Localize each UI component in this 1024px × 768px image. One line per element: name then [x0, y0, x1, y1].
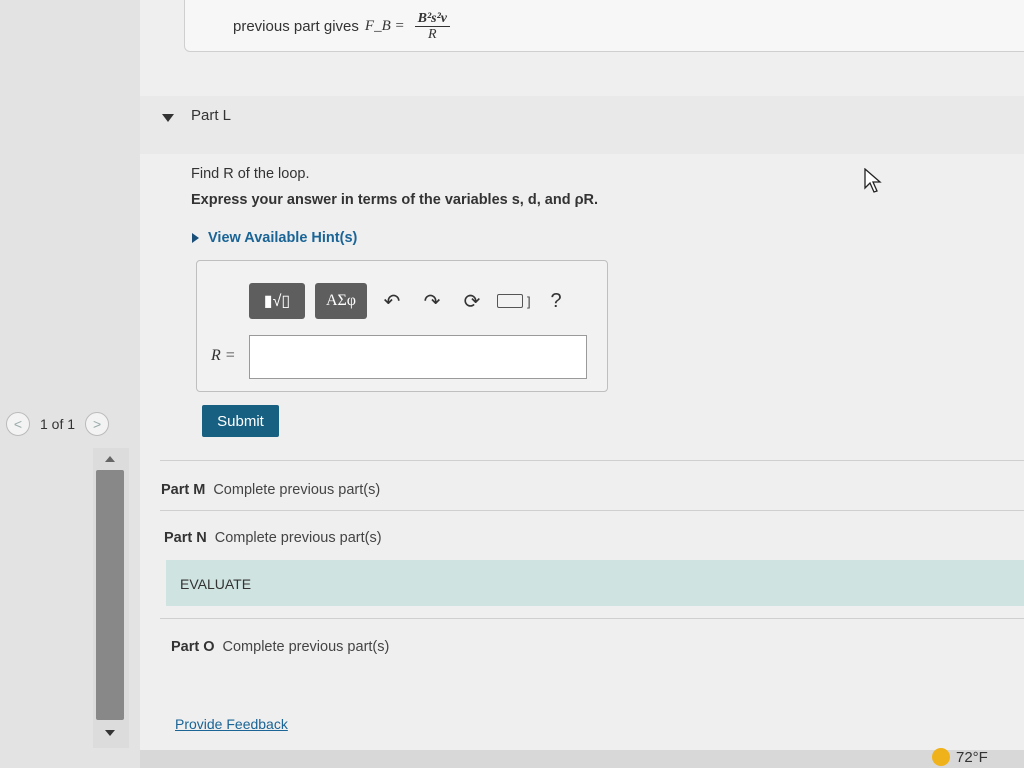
reset-icon[interactable]: ⟳ [457, 286, 487, 316]
keyboard-shortcuts-icon[interactable]: ] [497, 292, 531, 310]
part-o-label: Part O [171, 639, 215, 655]
taskbar [140, 750, 1024, 768]
pager-label: 1 of 1 [40, 416, 76, 432]
part-n-status: Complete previous part(s) [214, 530, 382, 546]
divider [160, 510, 1024, 511]
fraction-denominator: R [428, 27, 437, 42]
scroll-down-arrow-icon[interactable] [105, 730, 115, 736]
answer-label: R = [211, 347, 236, 364]
math-toolbar: ▮√▯ ΑΣφ ↶ ↷ ⟳ ] ? [249, 283, 571, 319]
part-n-label: Part N [164, 530, 207, 546]
scroll-up-arrow-icon[interactable] [105, 456, 115, 462]
mouse-cursor-icon [864, 168, 882, 193]
evaluate-label: EVALUATE [180, 576, 252, 592]
help-icon[interactable]: ? [541, 286, 571, 316]
main-content: previous part gives F_B = B²s²v R Part L… [140, 0, 1024, 768]
divider [160, 618, 1024, 619]
part-o-status: Complete previous part(s) [222, 639, 390, 655]
part-m-row[interactable]: Part M Complete previous part(s) [161, 482, 380, 498]
scrollbar[interactable] [93, 448, 129, 748]
answer-box: ▮√▯ ΑΣφ ↶ ↷ ⟳ ] ? R = [196, 260, 608, 392]
left-rail: < 1 of 1 > [0, 0, 140, 768]
scroll-thumb[interactable] [96, 470, 124, 720]
part-l-title: Part L [191, 107, 232, 124]
answer-input[interactable] [249, 335, 587, 379]
evaluate-section-header: EVALUATE [166, 560, 1024, 606]
redo-icon[interactable]: ↷ [417, 286, 447, 316]
instruction-text: Express your answer in terms of the vari… [191, 192, 599, 208]
question-text: Find R of the loop. [191, 166, 310, 182]
view-hints-link[interactable]: View Available Hint(s) [192, 230, 357, 246]
sun-icon [932, 748, 950, 766]
pager: < 1 of 1 > [6, 412, 110, 436]
provide-feedback-link[interactable]: Provide Feedback [175, 716, 288, 732]
previous-part-box: previous part gives F_B = B²s²v R [184, 0, 1024, 52]
next-page-button[interactable]: > [85, 412, 110, 436]
templates-button[interactable]: ▮√▯ [249, 283, 305, 319]
undo-icon[interactable]: ↶ [377, 286, 407, 316]
collapse-caret-icon[interactable] [162, 114, 174, 122]
part-m-label: Part M [161, 482, 206, 498]
divider [160, 460, 1024, 461]
previous-part-lhs: F_B = [364, 18, 405, 34]
expand-caret-icon [192, 233, 199, 243]
prev-page-button[interactable]: < [6, 412, 30, 436]
fraction-numerator: B²s²v [414, 11, 451, 27]
part-m-status: Complete previous part(s) [213, 482, 381, 498]
previous-part-prefix: previous part gives [233, 18, 359, 35]
greek-symbols-button[interactable]: ΑΣφ [315, 283, 367, 319]
submit-button[interactable]: Submit [202, 405, 279, 437]
hint-label: View Available Hint(s) [208, 230, 358, 246]
part-l-header[interactable]: Part L [140, 96, 1024, 154]
weather-temp: 72°F [956, 748, 988, 766]
previous-part-fraction: B²s²v R [414, 11, 451, 42]
previous-part-text: previous part gives F_B = B²s²v R [233, 11, 451, 42]
part-n-row[interactable]: Part N Complete previous part(s) [164, 530, 382, 546]
weather-widget[interactable]: 72°F [932, 748, 988, 766]
part-o-row[interactable]: Part O Complete previous part(s) [171, 639, 389, 655]
